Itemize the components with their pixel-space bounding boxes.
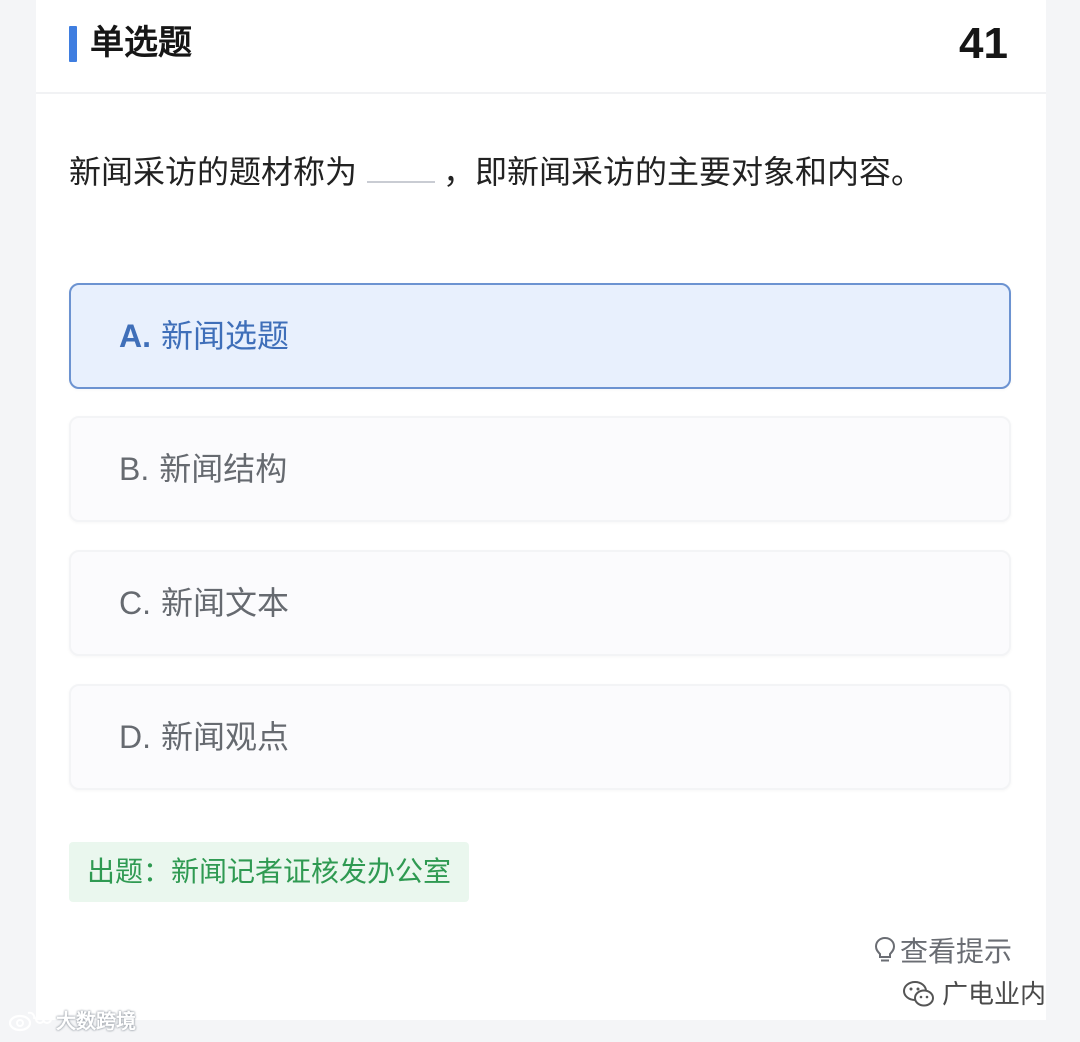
question-card: 单选题 41 新闻采访的题材称为 ，即新闻采访的主要对象和内容。 A. 新闻选题 B… xyxy=(36,0,1046,1020)
watermark-wechat-text: 广电业内 xyxy=(941,980,1046,1010)
option-label: 新闻选题 xyxy=(161,317,290,355)
option-label: 新闻观点 xyxy=(161,718,290,756)
question-header: 单选题 41 xyxy=(36,0,1046,94)
question-stem: 新闻采访的题材称为 ，即新闻采访的主要对象和内容。 xyxy=(69,146,923,198)
watermark-weibo-text: 大数跨境 xyxy=(56,1009,136,1033)
option-b-text: B. 新闻结构 xyxy=(119,446,287,492)
option-letter: C. xyxy=(119,585,151,621)
option-a[interactable]: A. 新闻选题 xyxy=(69,283,1011,389)
question-type-title: 单选题 xyxy=(90,23,192,63)
option-c-text: C. 新闻文本 xyxy=(119,580,289,626)
option-d-text: D. 新闻观点 xyxy=(119,714,289,760)
watermark-weibo: 大数跨境 xyxy=(8,1005,136,1037)
question-number: 41 xyxy=(959,19,1008,68)
stem-text-before: 新闻采访的题材称为 xyxy=(69,153,358,191)
option-d[interactable]: D. 新闻观点 xyxy=(69,684,1011,790)
lightbulb-icon xyxy=(874,936,895,962)
option-b[interactable]: B. 新闻结构 xyxy=(69,416,1011,522)
option-letter: D. xyxy=(119,719,151,755)
option-letter: A. xyxy=(119,318,151,354)
stem-text-after: ，即新闻采访的主要对象和内容。 xyxy=(443,153,924,191)
view-hint-button[interactable]: 查看提示 xyxy=(874,932,1012,972)
option-c[interactable]: C. 新闻文本 xyxy=(69,550,1011,656)
wechat-icon xyxy=(902,981,934,1007)
option-label: 新闻文本 xyxy=(161,584,290,622)
weibo-icon xyxy=(8,1011,52,1032)
option-label: 新闻结构 xyxy=(159,450,288,488)
question-source-tag: 出题：新闻记者证核发办公室 xyxy=(69,842,470,902)
header-accent-bar xyxy=(69,26,77,62)
watermark-wechat: 广电业内 xyxy=(902,975,1046,1015)
view-hint-label: 查看提示 xyxy=(899,935,1012,968)
option-a-text: A. 新闻选题 xyxy=(119,313,289,359)
fill-blank xyxy=(367,151,436,183)
option-letter: B. xyxy=(119,451,150,487)
